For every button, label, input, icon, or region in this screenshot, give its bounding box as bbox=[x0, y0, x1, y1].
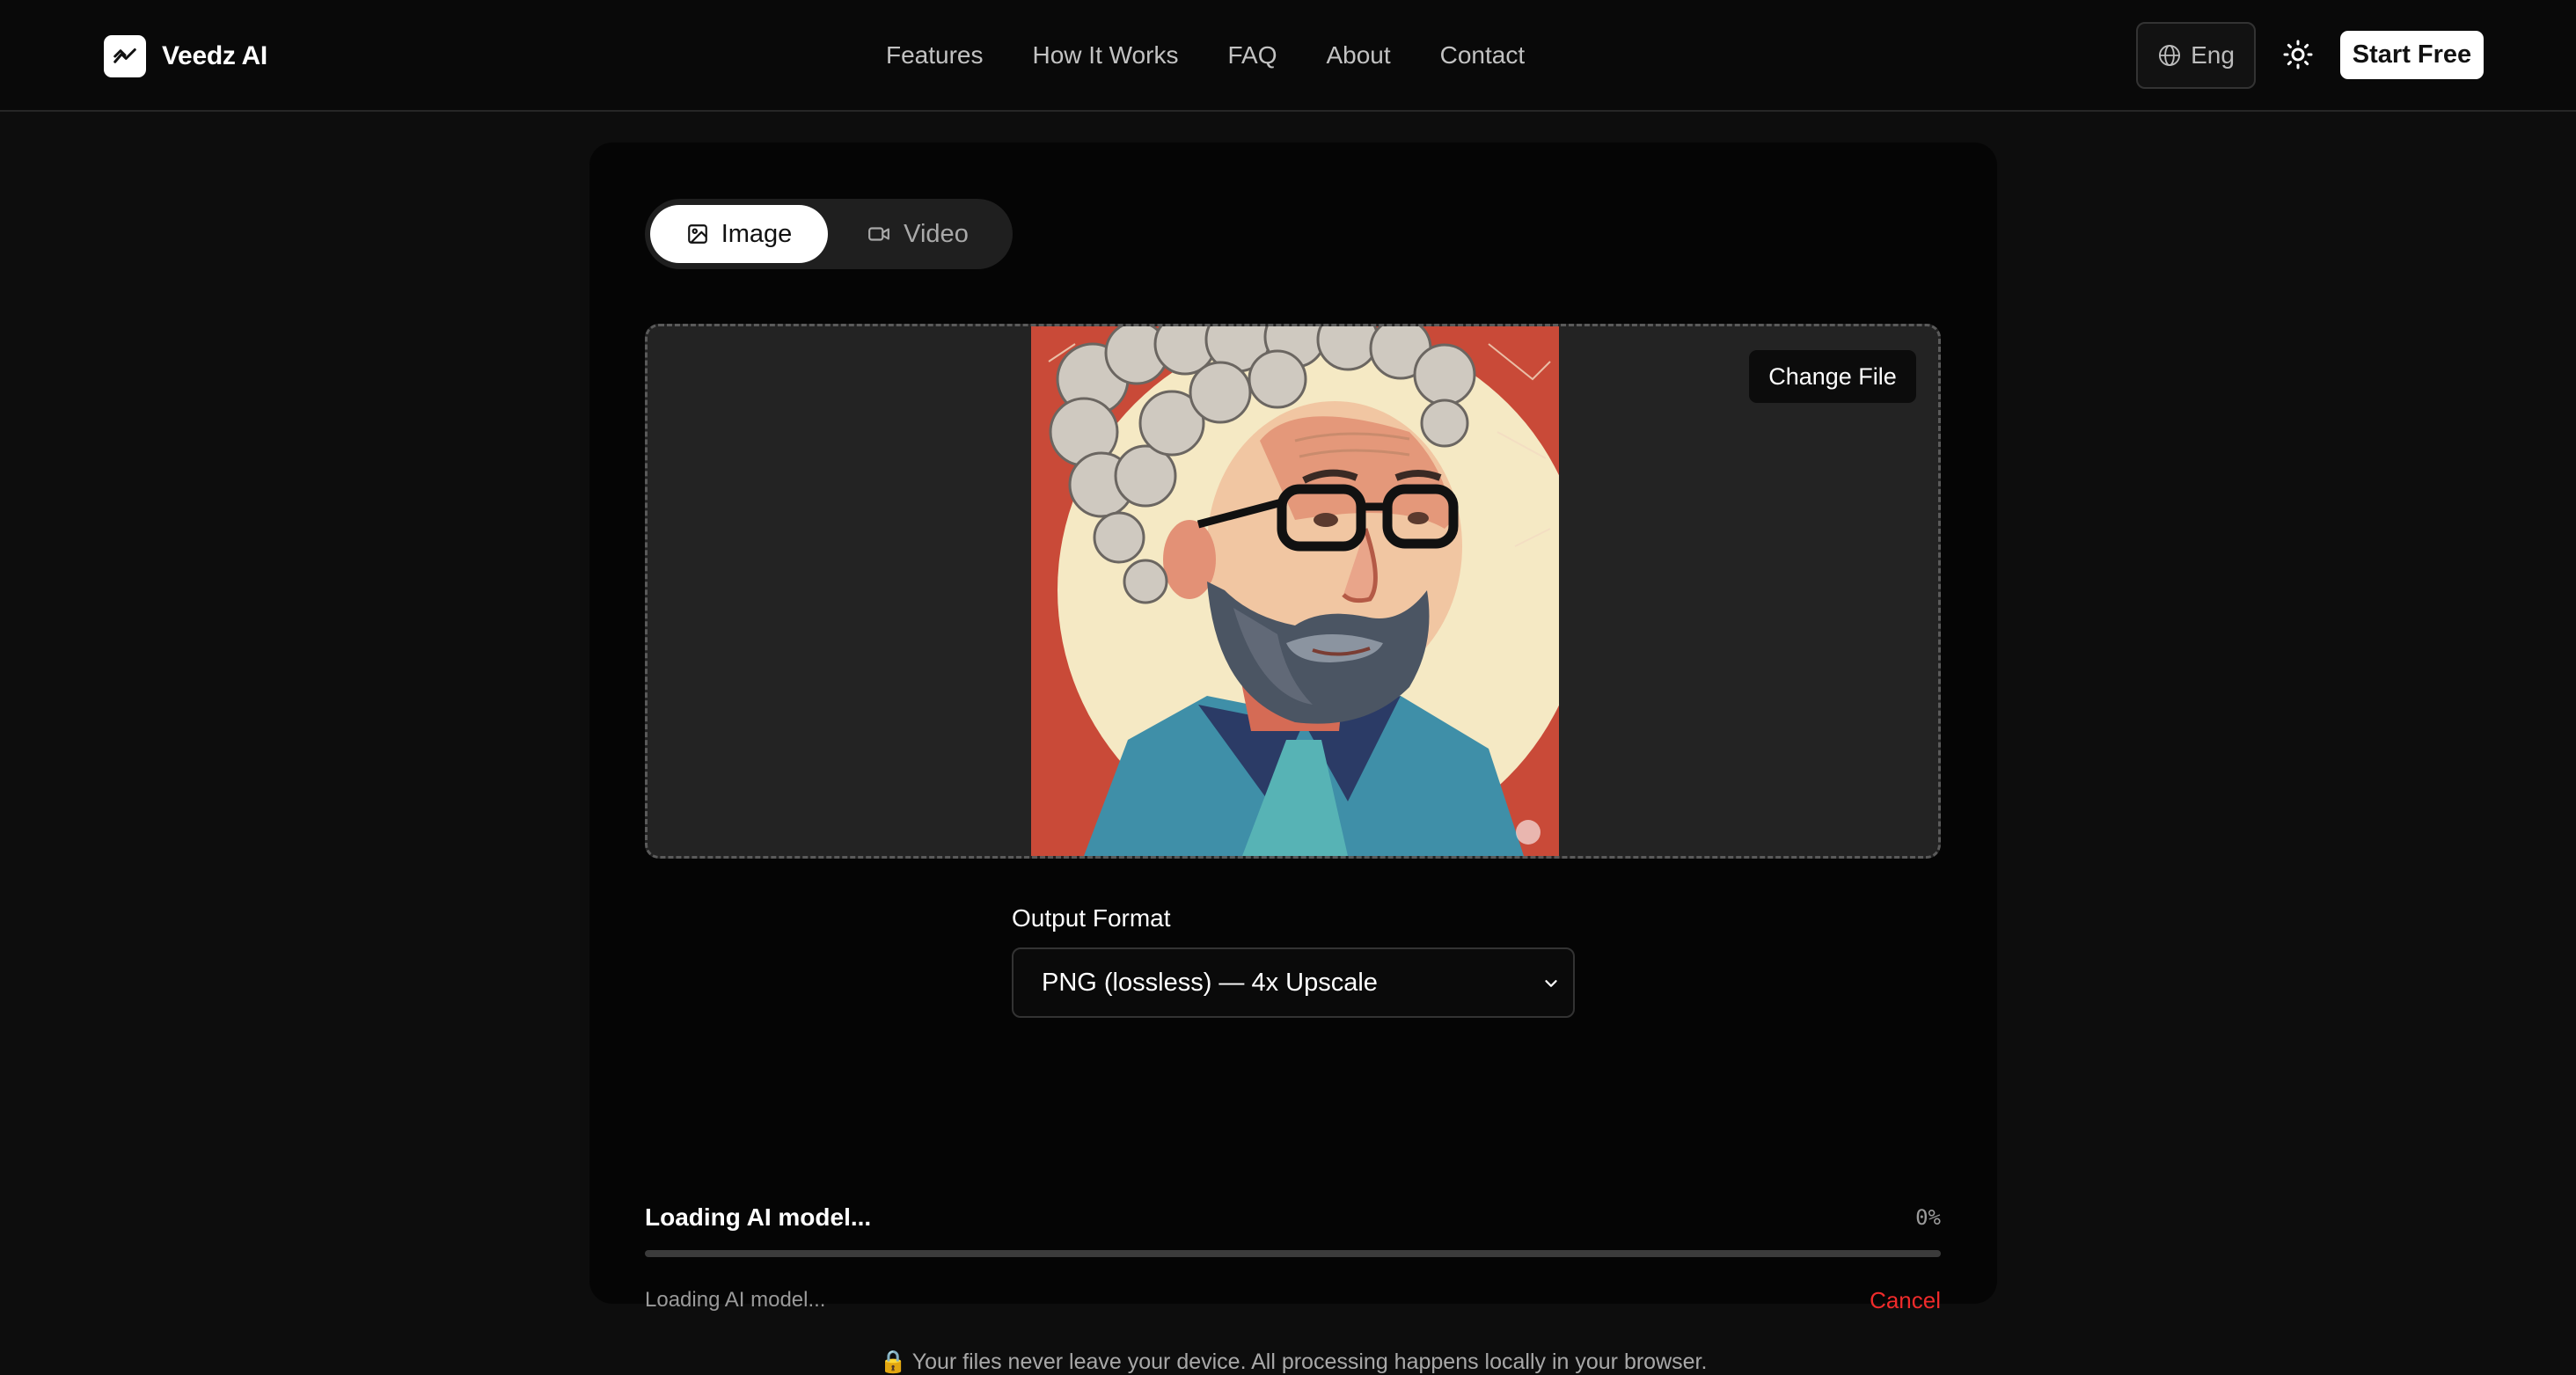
globe-icon bbox=[2159, 44, 2181, 67]
nav-about[interactable]: About bbox=[1326, 39, 1390, 72]
video-camera-icon bbox=[868, 227, 890, 241]
top-navbar: Veedz AI Features How It Works FAQ About… bbox=[0, 0, 2576, 112]
output-format-select[interactable]: PNG (lossless) — 4x Upscale bbox=[1012, 947, 1575, 1018]
theme-toggle[interactable] bbox=[2279, 35, 2317, 74]
progress-title: Loading AI model... bbox=[645, 1203, 872, 1231]
change-file-button[interactable]: Change File bbox=[1749, 350, 1916, 403]
progress-status: Loading AI model... bbox=[645, 1288, 826, 1312]
sun-icon bbox=[2283, 40, 2313, 69]
image-icon bbox=[687, 224, 707, 244]
language-label: Eng bbox=[2191, 41, 2235, 69]
nav-faq[interactable]: FAQ bbox=[1227, 39, 1277, 72]
cancel-button[interactable]: Cancel bbox=[1870, 1287, 1941, 1314]
brand[interactable]: Veedz AI bbox=[104, 35, 267, 77]
privacy-text: Your files never leave your device. All … bbox=[911, 1349, 1708, 1374]
privacy-note: 🔒 Your files never leave your device. All… bbox=[589, 1349, 1997, 1375]
start-free-button[interactable]: Start Free bbox=[2340, 31, 2484, 79]
tab-image[interactable]: Image bbox=[650, 205, 828, 263]
uploaded-image-preview bbox=[1031, 326, 1559, 856]
progress-percent: 0% bbox=[1915, 1205, 1941, 1230]
nav-contact[interactable]: Contact bbox=[1440, 39, 1526, 72]
progress-bar bbox=[645, 1250, 1941, 1257]
trend-chart-icon bbox=[104, 35, 146, 77]
nav-how-it-works[interactable]: How It Works bbox=[1033, 39, 1179, 72]
language-button[interactable]: Eng bbox=[2136, 22, 2256, 89]
brand-name: Veedz AI bbox=[162, 41, 267, 70]
nav-features[interactable]: Features bbox=[886, 39, 984, 72]
tab-video[interactable]: Video bbox=[828, 205, 1007, 263]
upload-dropzone[interactable]: Change File bbox=[645, 324, 1941, 859]
tab-image-label: Image bbox=[721, 219, 793, 248]
output-format-value: PNG (lossless) — 4x Upscale bbox=[1042, 968, 1378, 997]
output-format-label: Output Format bbox=[1012, 904, 1171, 932]
upscaler-card: Image Video Change File Output Format PN… bbox=[589, 143, 1997, 1374]
tab-video-label: Video bbox=[904, 219, 969, 248]
media-type-tabs: Image Video bbox=[645, 199, 1013, 269]
main-nav: Features How It Works FAQ About Contact bbox=[886, 39, 1525, 72]
lock-icon: 🔒 bbox=[879, 1349, 907, 1374]
chevron-down-icon bbox=[1545, 980, 1557, 987]
